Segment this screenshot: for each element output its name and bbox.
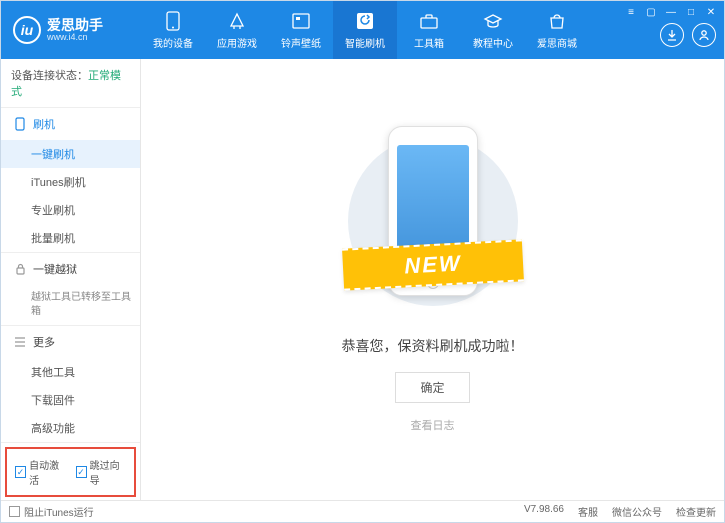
phone-icon [163,11,183,31]
app-header: iu 爱思助手 www.i4.cn 我的设备 应用游戏 铃声壁纸 智能刷机 工具… [1,1,724,59]
jailbreak-note: 越狱工具已转移至工具箱 [1,285,140,325]
section-more[interactable]: 更多 [1,326,140,358]
refresh-icon [355,11,375,31]
sub-advanced[interactable]: 高级功能 [1,414,140,442]
section-flash[interactable]: 刷机 [1,108,140,140]
section-title: 更多 [33,334,55,350]
nav-toolbox[interactable]: 工具箱 [397,1,461,59]
sub-oneclick-flash[interactable]: 一键刷机 [1,140,140,168]
download-icon[interactable] [660,23,684,47]
nav-my-device[interactable]: 我的设备 [141,1,205,59]
checkbox-auto-activate[interactable]: ✓ 自动激活 [15,457,66,487]
sub-batch-flash[interactable]: 批量刷机 [1,224,140,252]
logo-area: iu 爱思助手 www.i4.cn [1,16,141,44]
main-nav: 我的设备 应用游戏 铃声壁纸 智能刷机 工具箱 教程中心 爱思商城 [141,1,589,59]
sub-other-tools[interactable]: 其他工具 [1,358,140,386]
store-icon [547,11,567,31]
apps-icon [227,11,247,31]
lock-icon [13,263,27,275]
user-icon[interactable] [692,23,716,47]
success-illustration: NEW [373,126,493,316]
nav-label: 应用游戏 [217,35,257,50]
phone-small-icon [13,117,27,131]
nav-label: 工具箱 [414,35,444,50]
checkbox-skip-guide[interactable]: ✓ 跳过向导 [76,457,127,487]
graduation-icon [483,11,503,31]
content-area: NEW 恭喜您，保资料刷机成功啦！ 确定 查看日志 [141,59,724,500]
connection-status: 设备连接状态：正常模式 [1,59,140,108]
new-ribbon: NEW [342,239,524,290]
nav-apps[interactable]: 应用游戏 [205,1,269,59]
wallpaper-icon [291,11,311,31]
nav-ringtones[interactable]: 铃声壁纸 [269,1,333,59]
sub-pro-flash[interactable]: 专业刷机 [1,196,140,224]
footer-service[interactable]: 客服 [578,504,598,519]
sidebar: 设备连接状态：正常模式 刷机 一键刷机 iTunes刷机 专业刷机 批量刷机 一… [1,59,141,500]
checkmark-icon: ✓ [15,466,26,478]
nav-label: 爱思商城 [537,35,577,50]
menu-icon[interactable]: ≡ [624,5,638,19]
checkmark-icon: ✓ [76,466,87,478]
nav-label: 教程中心 [473,35,513,50]
footer-bar: 阻止iTunes运行 V7.98.66 客服 微信公众号 检查更新 [1,500,724,522]
nav-label: 智能刷机 [345,35,385,50]
app-url: www.i4.cn [47,32,103,43]
ok-button[interactable]: 确定 [395,372,469,403]
app-title: 爱思助手 [47,18,103,32]
footer-update[interactable]: 检查更新 [676,504,716,519]
nav-store[interactable]: 爱思商城 [525,1,589,59]
hamburger-icon [13,337,27,347]
footer-wechat[interactable]: 微信公众号 [612,504,662,519]
sub-download-fw[interactable]: 下载固件 [1,386,140,414]
sub-itunes-flash[interactable]: iTunes刷机 [1,168,140,196]
toolbox-icon [419,11,439,31]
version-label: V7.98.66 [524,504,564,519]
options-highlight-box: ✓ 自动激活 ✓ 跳过向导 [5,447,136,497]
logo-icon: iu [13,16,41,44]
section-title: 刷机 [33,116,55,132]
checkbox-block-itunes[interactable]: 阻止iTunes运行 [9,504,94,519]
view-log-link[interactable]: 查看日志 [411,417,455,433]
nav-tutorials[interactable]: 教程中心 [461,1,525,59]
skin-icon[interactable]: ▢ [644,5,658,19]
section-title: 一键越狱 [33,261,77,277]
section-jailbreak[interactable]: 一键越狱 [1,253,140,285]
nav-flash[interactable]: 智能刷机 [333,1,397,59]
nav-label: 我的设备 [153,35,193,50]
success-message: 恭喜您，保资料刷机成功啦！ [342,336,524,356]
nav-label: 铃声壁纸 [281,35,321,50]
checkbox-empty-icon [9,506,20,517]
header-actions [660,1,716,59]
